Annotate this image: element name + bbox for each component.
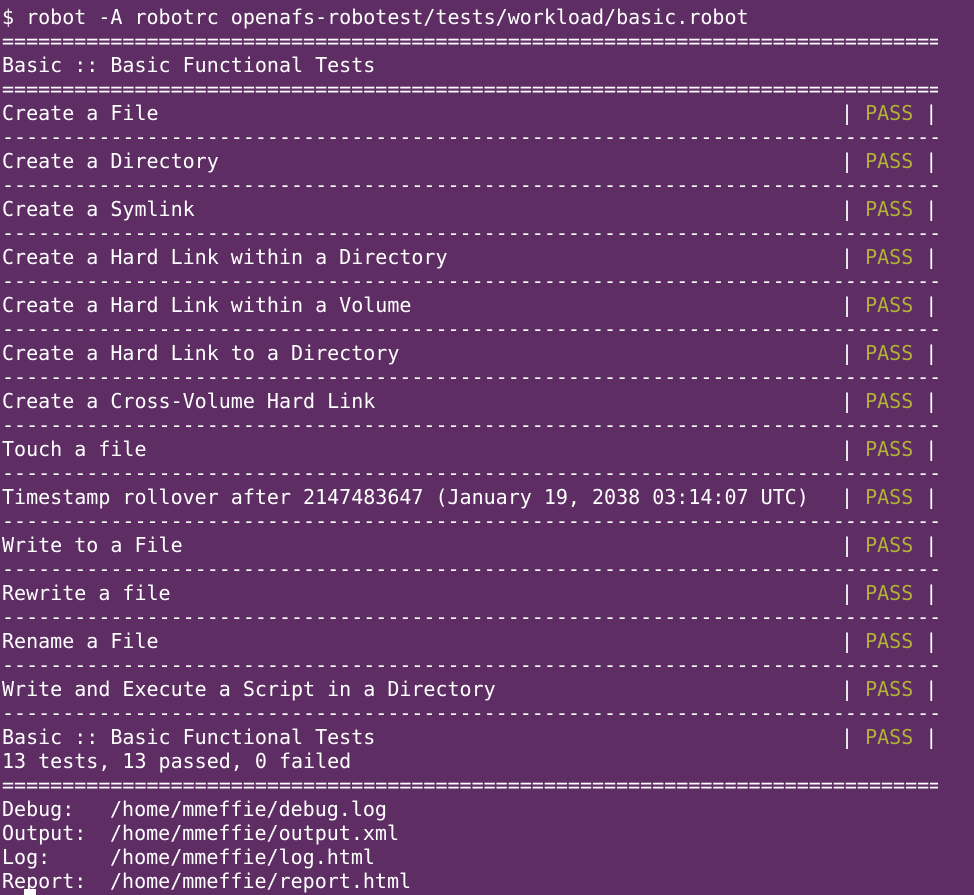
pass-label: PASS bbox=[865, 485, 914, 509]
report-output-line: Report: /home/mmeffie/report.html bbox=[2, 869, 411, 893]
single-separator: ----------------------------------------… bbox=[2, 365, 938, 389]
test-name: Create a Hard Link within a Volume bbox=[2, 293, 412, 317]
test-status: | PASS | bbox=[841, 101, 938, 125]
suite-header: Basic :: Basic Functional Tests bbox=[2, 53, 376, 77]
single-separator: ----------------------------------------… bbox=[2, 461, 938, 485]
test-name: Timestamp rollover after 2147483647 (Jan… bbox=[2, 485, 809, 509]
test-status: | PASS | bbox=[841, 485, 938, 509]
suite-summary: 13 tests, 13 passed, 0 failed bbox=[2, 749, 352, 773]
pass-label: PASS bbox=[865, 245, 914, 269]
suite-result-name: Basic :: Basic Functional Tests bbox=[2, 725, 376, 749]
log-output-line: Log: /home/mmeffie/log.html bbox=[2, 845, 375, 869]
test-status: | PASS | bbox=[841, 437, 938, 461]
pass-label: PASS bbox=[865, 533, 914, 557]
single-separator: ----------------------------------------… bbox=[2, 557, 938, 581]
single-separator: ----------------------------------------… bbox=[2, 413, 938, 437]
double-separator: ========================================… bbox=[2, 29, 938, 53]
single-separator: ----------------------------------------… bbox=[2, 269, 938, 293]
test-status: | PASS | bbox=[841, 581, 938, 605]
test-name: Rewrite a file bbox=[2, 581, 171, 605]
test-status: | PASS | bbox=[841, 629, 938, 653]
report-label: Report: bbox=[2, 869, 87, 893]
output-path: /home/mmeffie/output.xml bbox=[110, 821, 399, 845]
pass-label: PASS bbox=[865, 341, 914, 365]
test-name: Create a Cross-Volume Hard Link bbox=[2, 389, 376, 413]
test-name: Touch a file bbox=[2, 437, 147, 461]
test-status: | PASS | bbox=[841, 533, 938, 557]
single-separator: ----------------------------------------… bbox=[2, 173, 938, 197]
pass-label: PASS bbox=[865, 725, 914, 749]
text-cursor bbox=[24, 889, 36, 895]
single-separator: ----------------------------------------… bbox=[2, 125, 938, 149]
single-separator: ----------------------------------------… bbox=[2, 317, 938, 341]
test-name: Write and Execute a Script in a Director… bbox=[2, 677, 496, 701]
test-status: | PASS | bbox=[841, 245, 938, 269]
report-path: /home/mmeffie/report.html bbox=[110, 869, 412, 893]
pass-label: PASS bbox=[865, 197, 914, 221]
log-label: Log: bbox=[2, 845, 51, 869]
debug-label: Debug: bbox=[2, 797, 75, 821]
single-separator: ----------------------------------------… bbox=[2, 221, 938, 245]
pass-label: PASS bbox=[865, 581, 914, 605]
output-label: Output: bbox=[2, 821, 87, 845]
debug-path: /home/mmeffie/debug.log bbox=[110, 797, 387, 821]
test-status: | PASS | bbox=[841, 293, 938, 317]
debug-output-line: Debug: /home/mmeffie/debug.log bbox=[2, 797, 387, 821]
test-status: | PASS | bbox=[841, 341, 938, 365]
test-name: Rename a File bbox=[2, 629, 159, 653]
xml-output-line: Output: /home/mmeffie/output.xml bbox=[2, 821, 399, 845]
pass-label: PASS bbox=[865, 389, 914, 413]
test-status: | PASS | bbox=[841, 149, 938, 173]
test-name: Create a Hard Link within a Directory bbox=[2, 245, 448, 269]
test-status: | PASS | bbox=[841, 677, 938, 701]
single-separator: ----------------------------------------… bbox=[2, 653, 938, 677]
pass-label: PASS bbox=[865, 629, 914, 653]
double-separator: ========================================… bbox=[2, 773, 938, 797]
pass-label: PASS bbox=[865, 293, 914, 317]
test-status: | PASS | bbox=[841, 197, 938, 221]
test-status: | PASS | bbox=[841, 389, 938, 413]
single-separator: ----------------------------------------… bbox=[2, 701, 938, 725]
pass-label: PASS bbox=[865, 149, 914, 173]
command-line: $ robot -A robotrc openafs-robotest/test… bbox=[2, 5, 749, 29]
pass-label: PASS bbox=[865, 677, 914, 701]
test-name: Write to a File bbox=[2, 533, 183, 557]
log-path: /home/mmeffie/log.html bbox=[110, 845, 375, 869]
test-name: Create a Directory bbox=[2, 149, 219, 173]
pass-label: PASS bbox=[865, 101, 914, 125]
test-name: Create a File bbox=[2, 101, 159, 125]
test-name: Create a Hard Link to a Directory bbox=[2, 341, 400, 365]
terminal-window[interactable]: $ robot -A robotrc openafs-robotest/test… bbox=[0, 0, 974, 895]
test-name: Create a Symlink bbox=[2, 197, 195, 221]
suite-result-status: | PASS | bbox=[841, 725, 938, 749]
double-separator: ========================================… bbox=[2, 77, 938, 101]
single-separator: ----------------------------------------… bbox=[2, 605, 938, 629]
pass-label: PASS bbox=[865, 437, 914, 461]
single-separator: ----------------------------------------… bbox=[2, 509, 938, 533]
